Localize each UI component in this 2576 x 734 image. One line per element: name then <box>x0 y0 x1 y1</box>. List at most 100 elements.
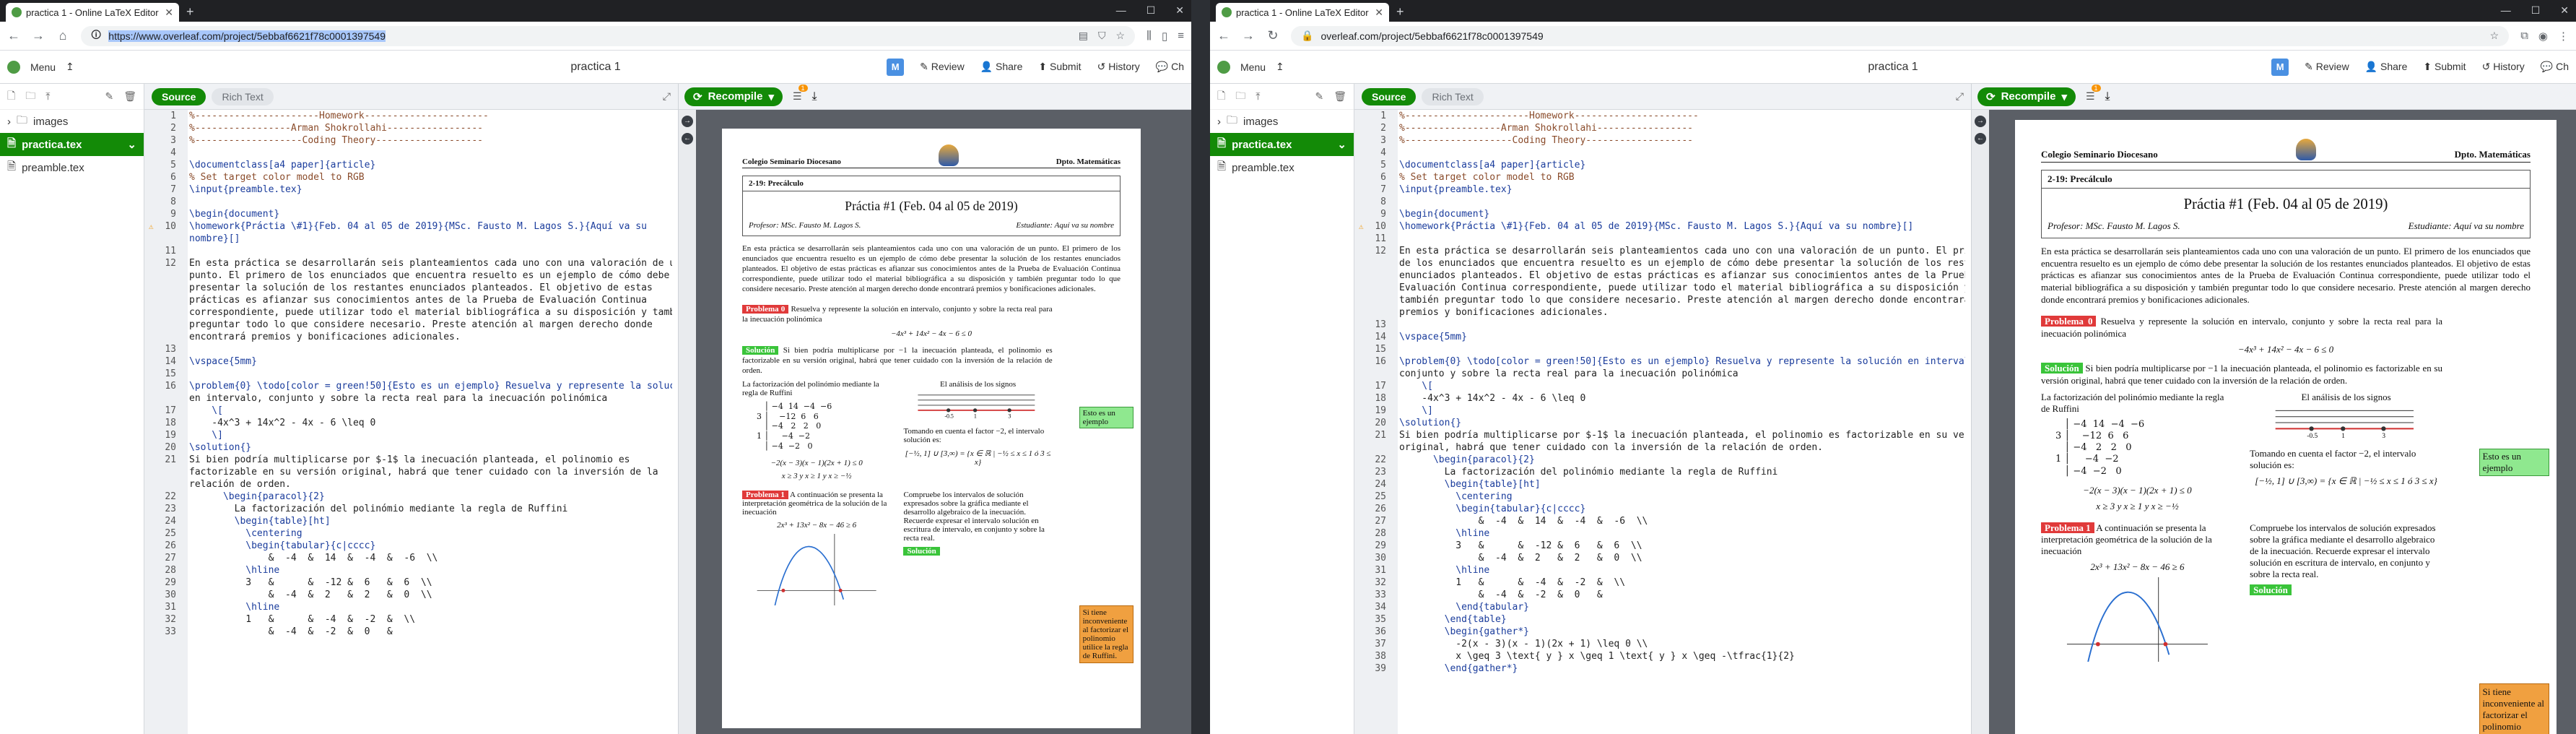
submit-button[interactable]: ⬆ Submit <box>2423 61 2466 73</box>
code-line[interactable]: preguntar todo lo que considere necesari… <box>144 319 678 331</box>
code-line[interactable]: 10 \homework{Práctia \#1}{Feb. 04 al 05 d… <box>144 220 678 233</box>
sync-to-pdf-icon[interactable]: → <box>1975 116 1986 127</box>
history-button[interactable]: ↺ History <box>2482 61 2525 73</box>
expand-icon[interactable]: ⤢ <box>1956 90 1964 103</box>
code-line[interactable]: 21 Si bien podría multiplicarse por $-1$ … <box>144 454 678 466</box>
code-line[interactable]: 20 \solution{} <box>144 441 678 454</box>
code-line[interactable]: relación de orden. <box>144 478 678 491</box>
code-line[interactable]: 8 <box>1354 196 1971 208</box>
code-line[interactable]: 8 <box>144 196 678 208</box>
code-line[interactable]: 24 \begin{table}[ht] <box>144 515 678 527</box>
code-line[interactable]: punto. El primero de los enunciados que … <box>144 269 678 282</box>
code-line[interactable]: 17 \[ <box>1354 380 1971 392</box>
submit-button[interactable]: ⬆ Submit <box>1038 61 1081 73</box>
code-line[interactable]: encontrará premios y bonificaciones adic… <box>144 331 678 343</box>
file-tree-item-preamble[interactable]: 🗎 preamble.tex <box>0 156 144 179</box>
code-line[interactable]: 19 \] <box>1354 405 1971 417</box>
code-line[interactable]: 3 %-------------------Coding Theory------… <box>144 134 678 147</box>
code-line[interactable]: 16 \problem{0} \todo[color = green!50]{Es… <box>144 380 678 392</box>
code-line[interactable]: 4 <box>144 147 678 159</box>
app-menu-icon[interactable]: ⋮ <box>2558 30 2569 43</box>
code-line[interactable]: 14 \vspace{5mm} <box>1354 331 1971 343</box>
code-line[interactable]: original, habrá que tener cuidado con la… <box>1354 441 1971 454</box>
chevron-down-icon[interactable]: ⌄ <box>1337 138 1346 151</box>
warning-icon[interactable]: ⚠ <box>1359 220 1364 233</box>
browser-tab[interactable]: practica 1 - Online LaTeX Editor ✕ <box>6 3 179 22</box>
recompile-button[interactable]: ⟳ Recompile ▾ <box>684 87 783 106</box>
new-tab-icon[interactable]: + <box>186 4 194 20</box>
sync-to-code-icon[interactable]: ← <box>1975 133 1986 144</box>
delete-icon[interactable]: 🗑 <box>1333 90 1346 103</box>
download-pdf-icon[interactable]: ⤓ <box>812 90 817 103</box>
code-line[interactable]: 15 <box>1354 343 1971 355</box>
code-line[interactable]: 31 \hline <box>1354 564 1971 577</box>
code-line[interactable]: 7 \input{preamble.tex} <box>1354 184 1971 196</box>
code-line[interactable]: 39 \end{gather*} <box>1354 662 1971 675</box>
code-line[interactable]: 33 & -4 & -2 & 0 & <box>144 626 678 638</box>
close-icon[interactable]: ✕ <box>165 7 173 19</box>
warning-icon[interactable]: ⚠ <box>149 220 154 233</box>
code-line[interactable]: 32 1 & & -4 & -2 & \\ <box>144 613 678 626</box>
bookmark-star-icon[interactable]: ☆ <box>1116 30 1126 42</box>
history-button[interactable]: ↺ History <box>1097 61 1140 73</box>
lock-icon[interactable]: 🔒 <box>1301 30 1313 42</box>
avatar[interactable]: M <box>887 58 905 76</box>
code-line[interactable]: 35 \end{table} <box>1354 613 1971 626</box>
code-area[interactable]: 1 %----------------------Homework--------… <box>1354 110 1971 734</box>
code-area[interactable]: 1 %----------------------Homework--------… <box>144 110 678 734</box>
home-up-icon[interactable]: ↥ <box>1276 61 1284 73</box>
code-line[interactable]: 26 \begin{tabular}{c|cccc} <box>144 540 678 552</box>
chevron-down-icon[interactable]: ⌄ <box>127 138 136 151</box>
code-line[interactable]: 19 \] <box>144 429 678 441</box>
code-line[interactable]: 5 \documentclass[a4 paper]{article} <box>1354 159 1971 171</box>
url-field[interactable]: 🔒 overleaf.com/project/5ebbaf6621f78c000… <box>1291 25 2510 46</box>
code-line[interactable]: 18 -4x^3 + 14x^2 - 4x - 6 \leq 0 <box>1354 392 1971 405</box>
code-line[interactable]: 25 \centering <box>144 527 678 540</box>
browser-tab[interactable]: practica 1 - Online LaTeX Editor ✕ <box>1216 3 1389 22</box>
url-text[interactable]: overleaf.com/project/5ebbaf6621f78c00013… <box>1320 30 1543 42</box>
profile-icon[interactable]: ◉ <box>2538 30 2548 43</box>
home-up-icon[interactable]: ↥ <box>66 61 74 73</box>
file-tree-item-practica[interactable]: 🗎 practica.tex ⌄ <box>1210 133 1354 156</box>
download-pdf-icon[interactable]: ⤓ <box>2105 90 2110 103</box>
code-line[interactable]: 37 -2(x - 3)(x - 1)(2x + 1) \leq 0 \\ <box>1354 638 1971 650</box>
code-line[interactable]: 13 <box>144 343 678 355</box>
code-line[interactable]: 33 & -4 & -2 & 0 & <box>1354 589 1971 601</box>
minimize-icon[interactable]: — <box>1116 4 1126 17</box>
code-line[interactable]: 23 La factorización del polinómio median… <box>144 503 678 515</box>
home-icon[interactable]: ⌂ <box>56 28 69 43</box>
code-line[interactable]: 15 <box>144 368 678 380</box>
logs-icon[interactable]: ☰ 1 <box>793 85 808 103</box>
code-line[interactable]: 27 & -4 & 14 & -4 & -6 \\ <box>1354 515 1971 527</box>
code-line[interactable]: 7 \input{preamble.tex} <box>144 184 678 196</box>
chat-button[interactable]: 💬 Ch <box>1156 61 1184 73</box>
forward-icon[interactable]: → <box>32 28 45 43</box>
new-folder-icon[interactable]: 🗀 <box>25 88 35 105</box>
library-icon[interactable]: ⫼ <box>1146 30 1152 43</box>
app-menu-icon[interactable]: ≡ <box>1178 30 1184 43</box>
code-line[interactable]: 17 \[ <box>144 405 678 417</box>
new-file-icon[interactable]: 🗋 <box>7 88 15 105</box>
code-line[interactable]: 13 <box>1354 319 1971 331</box>
code-line[interactable]: 18 -4x^3 + 14x^2 - 4x - 6 \leq 0 <box>144 417 678 429</box>
new-tab-icon[interactable]: + <box>1396 4 1404 20</box>
url-field[interactable]: 🛈 https://www.overleaf.com/project/5ebba… <box>81 25 1136 46</box>
code-line[interactable]: 14 \vspace{5mm} <box>144 355 678 368</box>
code-line[interactable]: 26 \begin{tabular}{c|cccc} <box>1354 503 1971 515</box>
chat-button[interactable]: 💬 Ch <box>2541 61 2569 73</box>
code-line[interactable]: conjunto y sobre la recta real para la i… <box>1354 368 1971 380</box>
code-line[interactable]: 28 \hline <box>144 564 678 577</box>
bookmark-star-icon[interactable]: ☆ <box>2490 30 2499 42</box>
back-icon[interactable]: ← <box>1217 28 1230 43</box>
code-line[interactable]: 12 En esta práctica se desarrollarán seis… <box>1354 245 1971 257</box>
file-tree-item-practica[interactable]: 🗎 practica.tex ⌄ <box>0 133 144 156</box>
code-line[interactable]: 38 x \geq 3 \text{ y } x \geq 1 \text{ y… <box>1354 650 1971 662</box>
code-line[interactable]: 22 \begin{paracol}{2} <box>1354 454 1971 466</box>
code-line[interactable]: 25 \centering <box>1354 491 1971 503</box>
code-line[interactable]: 11 <box>144 245 678 257</box>
source-mode-button[interactable]: Source <box>152 87 206 105</box>
code-line[interactable]: en intervalo, conjunto y sobre la recta … <box>144 392 678 405</box>
page-info-icon[interactable]: 🛈 <box>91 27 101 45</box>
url-text[interactable]: https://www.overleaf.com/project/5ebbaf6… <box>108 30 386 42</box>
code-line[interactable]: 12 En esta práctica se desarrollarán seis… <box>144 257 678 269</box>
